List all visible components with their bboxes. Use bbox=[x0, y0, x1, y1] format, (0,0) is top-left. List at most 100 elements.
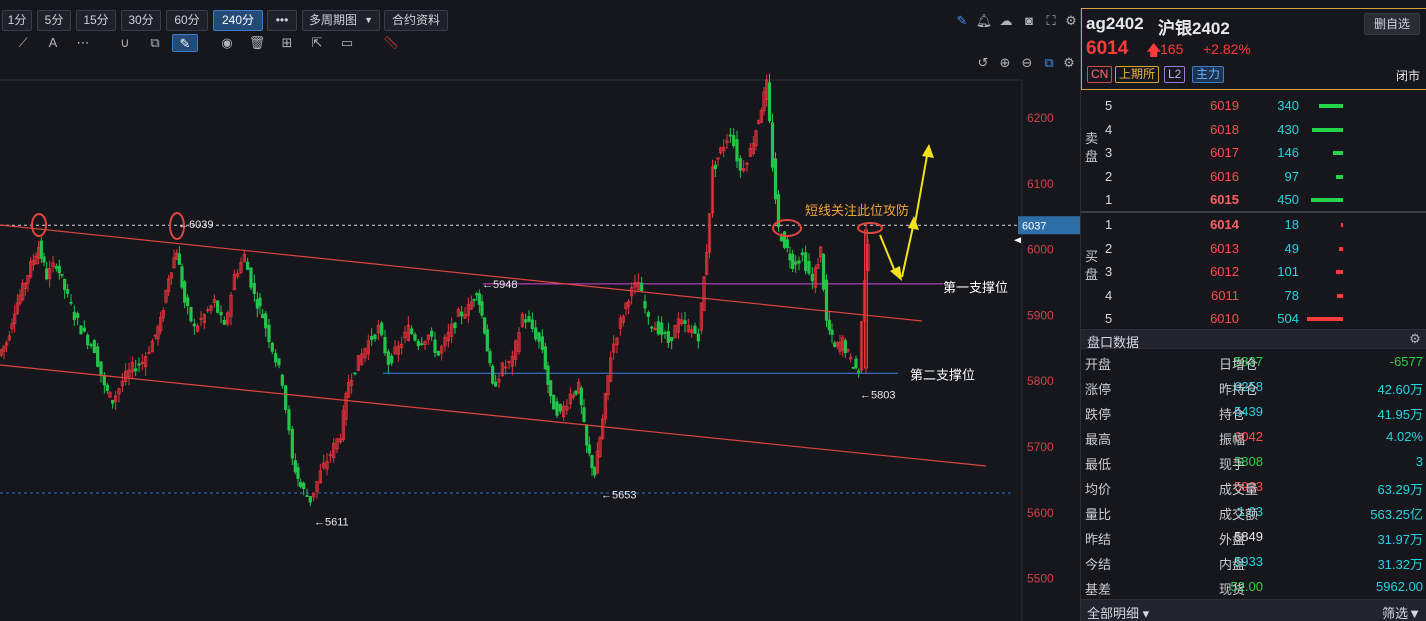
timeframe-240m-button[interactable]: 240分 bbox=[213, 10, 263, 31]
multi-period-label: 多周期图 bbox=[309, 13, 358, 27]
bid-row[interactable]: 3 6012 101 bbox=[1081, 261, 1426, 284]
text-tool-icon[interactable]: A bbox=[44, 34, 62, 52]
pen-icon[interactable]: ✎ bbox=[953, 12, 971, 30]
candle-body bbox=[582, 407, 586, 422]
fullscreen-icon[interactable]: ⛶ bbox=[1042, 12, 1060, 30]
ask-row[interactable]: 4 6018 430 bbox=[1081, 119, 1426, 142]
cloud-icon[interactable]: ☁ bbox=[997, 12, 1015, 30]
more-button[interactable]: ••• bbox=[267, 10, 297, 31]
bid-row[interactable]: 2 6013 49 bbox=[1081, 238, 1426, 261]
candle-body bbox=[186, 297, 190, 307]
stats-value: 31.32万 bbox=[1377, 557, 1423, 572]
candle-body bbox=[390, 355, 394, 364]
timeframe-30m-button[interactable]: 30分 bbox=[121, 10, 161, 31]
timeframe-60m-button[interactable]: 60分 bbox=[166, 10, 208, 31]
candle-body bbox=[383, 337, 387, 354]
timeframe-toolbar: 1分 5分 15分 30分 60分 240分 ••• 多周期图 ▼ 合约资料 ✎… bbox=[0, 8, 1080, 32]
more-tools-icon[interactable]: ⋯ bbox=[74, 34, 92, 52]
ask-level: 4 bbox=[1105, 121, 1113, 137]
candle-body bbox=[788, 253, 792, 261]
tag-l2: L2 bbox=[1164, 66, 1186, 83]
candle-body bbox=[264, 313, 268, 329]
forecast-arrow-up-2 bbox=[913, 149, 929, 230]
candle-body bbox=[137, 363, 141, 366]
copy-icon[interactable]: ⧉ bbox=[146, 34, 164, 52]
chart-canvas[interactable]: ←6039 ←5948 ←5803 ←5653 ←5611 短线关注此位攻防第一支撑位第二… bbox=[0, 52, 1080, 621]
ask-row[interactable]: 5 6019 340 bbox=[1081, 95, 1426, 118]
eye-icon[interactable]: ◉ bbox=[218, 34, 236, 52]
candle-body bbox=[485, 329, 489, 352]
candle-body bbox=[555, 401, 559, 416]
draw-mode-icon[interactable]: ✎ bbox=[172, 34, 198, 52]
grid-icon[interactable]: ⊞ bbox=[278, 34, 296, 52]
filter-button[interactable]: 筛选▼ bbox=[1382, 603, 1421, 621]
candle-body bbox=[57, 265, 61, 274]
candle-body bbox=[111, 399, 115, 404]
candle-body bbox=[585, 424, 589, 446]
multi-period-dropdown[interactable]: 多周期图 ▼ bbox=[302, 10, 380, 31]
ask-level: 3 bbox=[1105, 145, 1113, 160]
candle-body bbox=[258, 297, 262, 307]
comment-icon[interactable]: ▭ bbox=[338, 34, 356, 52]
ask-row[interactable]: 2 6016 97 bbox=[1081, 166, 1426, 189]
bell-icon[interactable]: 🔔︎ bbox=[975, 12, 993, 30]
candle-body bbox=[546, 365, 550, 385]
timeframe-15m-button[interactable]: 15分 bbox=[76, 10, 116, 31]
candle-body bbox=[590, 455, 594, 469]
candle-body bbox=[246, 261, 250, 270]
all-details-button[interactable]: 全部明细 ▾ bbox=[1087, 603, 1149, 621]
ruler-icon[interactable]: 📏︎ bbox=[382, 34, 400, 52]
ask-volume: 430 bbox=[1277, 121, 1299, 137]
export-icon[interactable]: ⇱ bbox=[308, 34, 326, 52]
candle-body bbox=[540, 336, 544, 350]
bid-row[interactable]: 4 6011 78 bbox=[1081, 285, 1426, 308]
candle-body bbox=[305, 495, 309, 497]
stats-row: 今结 5933 内盘 31.32万 bbox=[1081, 551, 1426, 576]
bid-row[interactable]: 5 6010 504 bbox=[1081, 308, 1426, 331]
candle-body bbox=[45, 268, 49, 280]
price-tick-label: 6100 bbox=[1027, 177, 1054, 191]
ask-level: 1 bbox=[1105, 192, 1113, 207]
price-tick-label: 5500 bbox=[1027, 572, 1054, 586]
candle-body bbox=[370, 335, 374, 341]
bid-volume: 78 bbox=[1284, 287, 1299, 303]
first-support-label: 第一支撑位 bbox=[943, 280, 1008, 295]
ask-price: 6018 bbox=[1210, 121, 1239, 137]
candle-body bbox=[66, 289, 70, 294]
stats-row: 跌停 5439 持仓 41.95万 bbox=[1081, 401, 1426, 426]
timeframe-5m-button[interactable]: 5分 bbox=[37, 10, 71, 31]
tag-exchange: 上期所 bbox=[1115, 66, 1160, 83]
contract-info-button[interactable]: 合约资料 bbox=[384, 10, 448, 31]
candle-body bbox=[537, 332, 541, 342]
price-annotation: ←5803 bbox=[860, 389, 895, 401]
ask-row[interactable]: 1 6015 450 bbox=[1081, 189, 1426, 212]
candle-body bbox=[460, 311, 464, 317]
kline-chart[interactable]: ↺ ⊕ ⊖ ⧉ ⚙ ←6039 ←5948 ←5803 ←5653 ←5611 短线关注此… bbox=[0, 52, 1080, 621]
ask-row[interactable]: 3 6017 146 bbox=[1081, 142, 1426, 165]
candle-body bbox=[854, 358, 858, 369]
drawing-toolbar: ⟋ A ⋯ ∪ ⧉ ✎ ◉ 🗑︎ ⊞ ⇱ ▭ 📏︎ bbox=[0, 32, 1080, 54]
candle-body bbox=[593, 467, 597, 476]
settings-icon[interactable]: ⚙ bbox=[1062, 12, 1080, 30]
gear-icon[interactable]: ⚙ bbox=[1407, 331, 1423, 347]
trash-icon[interactable]: 🗑︎ bbox=[248, 34, 266, 52]
candle-body bbox=[646, 312, 650, 317]
stats-label: 昨结 bbox=[1085, 532, 1112, 547]
magnet-icon[interactable]: ∪ bbox=[116, 34, 134, 52]
bid-row[interactable]: 1 6014 18 bbox=[1081, 214, 1426, 237]
bid-volume: 18 bbox=[1284, 217, 1299, 232]
bid-volume-bar bbox=[1307, 317, 1343, 321]
timeframe-1m-button[interactable]: 1分 bbox=[2, 10, 32, 31]
forecast-arrow-down bbox=[879, 234, 897, 275]
camera-icon[interactable]: ◙ bbox=[1020, 12, 1038, 30]
price-tick-label: 6000 bbox=[1027, 243, 1054, 257]
trend-line-tool-icon[interactable]: ⟋ bbox=[14, 34, 32, 52]
candle-body bbox=[69, 301, 73, 304]
candle-body bbox=[99, 361, 103, 377]
remove-watchlist-button[interactable]: 删自选 bbox=[1364, 13, 1420, 35]
bid-volume-bar bbox=[1341, 223, 1343, 227]
candle-body bbox=[413, 334, 417, 341]
filter-label: 筛选 bbox=[1382, 606, 1409, 621]
candle-body bbox=[770, 122, 775, 168]
ask-price: 6017 bbox=[1210, 145, 1239, 160]
